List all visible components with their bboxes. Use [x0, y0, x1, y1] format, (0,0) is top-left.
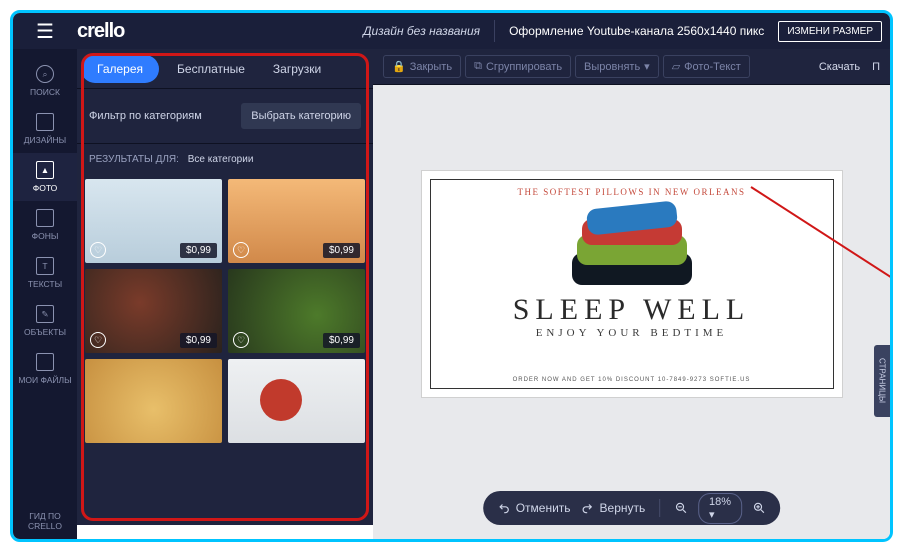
nav-label: ТЕКСТЫ — [28, 279, 62, 289]
photo-thumb[interactable] — [85, 359, 222, 443]
category-select[interactable]: Выбрать категорию — [241, 103, 361, 129]
app-frame: ☰ crello Дизайн без названия Оформление … — [10, 10, 893, 542]
text-icon: T — [36, 257, 54, 275]
undo-button[interactable]: Отменить — [497, 501, 571, 515]
search-icon: ⌕ — [36, 65, 54, 83]
align-label: Выровнять — [584, 61, 640, 73]
top-bar: ☰ crello Дизайн без названия Оформление … — [13, 13, 890, 49]
nav-label: ОБЪЕКТЫ — [24, 327, 66, 337]
nav-label: ДИЗАЙНЫ — [24, 135, 66, 145]
nav-label: ГИД ПО CRELLO — [15, 511, 75, 531]
resize-button[interactable]: ИЗМЕНИ РАЗМЕР — [778, 21, 882, 42]
nav-backgrounds[interactable]: ФОНЫ — [13, 201, 77, 249]
zoom-in-button[interactable] — [752, 501, 766, 515]
logo: crello — [77, 20, 124, 43]
more-label[interactable]: П — [872, 61, 880, 73]
price-badge: $0,99 — [180, 333, 217, 348]
artboard-subheading: ENJOY YOUR BEDTIME — [422, 327, 842, 339]
artboard-heading: SLEEP WELL — [422, 293, 842, 327]
photo-thumb[interactable]: ♡ $0,99 — [228, 269, 365, 353]
zoom-bar: Отменить Вернуть 18% ▾ — [483, 491, 781, 525]
photo-thumb[interactable] — [228, 359, 365, 443]
nav-guide[interactable]: ГИД ПО CRELLO — [13, 503, 77, 539]
menu-icon: ☰ — [36, 19, 54, 44]
heart-icon[interactable]: ♡ — [233, 332, 249, 348]
nav-photo[interactable]: ▲ ФОТО — [13, 153, 77, 201]
zoom-in-icon — [752, 501, 766, 515]
price-badge: $0,99 — [323, 243, 360, 258]
results-label: РЕЗУЛЬТАТЫ ДЛЯ: — [89, 154, 179, 165]
redo-icon — [581, 501, 595, 515]
close-button[interactable]: 🔒 Закрыть — [383, 55, 461, 78]
group-icon: ⧉ — [474, 60, 482, 73]
nav-label: ПОИСК — [30, 87, 60, 97]
zoom-level[interactable]: 18% ▾ — [698, 493, 742, 524]
filter-label: Фильтр по категориям — [89, 110, 202, 122]
artboard[interactable]: THE SOFTEST PILLOWS IN NEW ORLEANS SLEEP… — [422, 171, 842, 397]
artboard-tagline: THE SOFTEST PILLOWS IN NEW ORLEANS — [422, 187, 842, 197]
pages-tab[interactable]: СТРАНИЦЫ — [874, 345, 890, 417]
filter-row: Фильтр по категориям Выбрать категорию — [77, 89, 373, 144]
templates-icon — [36, 113, 54, 131]
hamburger-menu[interactable]: ☰ — [13, 19, 77, 44]
nav-label: ФОНЫ — [32, 231, 59, 241]
panel-tabs: Галерея Бесплатные Загрузки — [77, 49, 373, 89]
photo-grid: ♡ $0,99 ♡ $0,99 ♡ $0,99 ♡ $0,99 — [77, 175, 373, 447]
project-title[interactable]: Дизайн без названия — [363, 24, 480, 38]
photo-thumb[interactable]: ♡ $0,99 — [85, 269, 222, 353]
redo-label: Вернуть — [600, 501, 646, 515]
heart-icon[interactable]: ♡ — [90, 242, 106, 258]
undo-icon — [497, 501, 511, 515]
group-label: Сгруппировать — [486, 61, 562, 73]
redo-button[interactable]: Вернуть — [581, 501, 646, 515]
image-icon: ▱ — [672, 60, 680, 73]
photo-thumb[interactable]: ♡ $0,99 — [85, 179, 222, 263]
tab-free[interactable]: Бесплатные — [163, 49, 259, 88]
nav-texts[interactable]: T ТЕКСТЫ — [13, 249, 77, 297]
nav-label: ФОТО — [33, 183, 58, 193]
zoom-out-icon — [674, 501, 688, 515]
download-button[interactable]: Скачать — [819, 61, 860, 73]
divider — [494, 20, 495, 42]
context-toolbar: 🔒 Закрыть ⧉ Сгруппировать Выровнять ▾ ▱ … — [373, 49, 890, 85]
price-badge: $0,99 — [180, 243, 217, 258]
canvas-format: Оформление Youtube-канала 2560x1440 пикс — [509, 24, 764, 38]
results-row: РЕЗУЛЬТАТЫ ДЛЯ: Все категории — [77, 144, 373, 175]
nav-myfiles[interactable]: МОИ ФАЙЛЫ — [13, 345, 77, 393]
lock-icon: 🔒 — [392, 60, 406, 73]
photo-panel: Галерея Бесплатные Загрузки Фильтр по ка… — [77, 49, 373, 525]
artboard-footer: ORDER NOW AND GET 10% DISCOUNT 10-7849-9… — [422, 377, 842, 383]
zoom-out-button[interactable] — [674, 501, 688, 515]
folder-icon — [36, 353, 54, 371]
results-value: Все категории — [188, 154, 254, 165]
tab-uploads[interactable]: Загрузки — [259, 49, 335, 88]
side-panel-wrap: Галерея Бесплатные Загрузки Фильтр по ка… — [77, 49, 373, 525]
photo-thumb[interactable]: ♡ $0,99 — [228, 179, 365, 263]
nav-designs[interactable]: ДИЗАЙНЫ — [13, 105, 77, 153]
photo-icon: ▲ — [36, 161, 54, 179]
align-button[interactable]: Выровнять ▾ — [575, 55, 659, 78]
backgrounds-icon — [36, 209, 54, 227]
price-badge: $0,99 — [323, 333, 360, 348]
left-nav: ⌕ ПОИСК ДИЗАЙНЫ ▲ ФОТО ФОНЫ T ТЕКСТЫ ✎ ОБЪЕК… — [13, 49, 77, 539]
zoom-value: 18% — [709, 496, 731, 508]
group-button[interactable]: ⧉ Сгруппировать — [465, 55, 571, 78]
separator — [659, 499, 660, 517]
chevron-down-icon: ▾ — [644, 60, 650, 73]
heart-icon[interactable]: ♡ — [233, 242, 249, 258]
close-label: Закрыть — [410, 61, 452, 73]
undo-label: Отменить — [516, 501, 571, 515]
nav-label: МОИ ФАЙЛЫ — [18, 375, 71, 385]
phototext-label: Фото-Текст — [684, 61, 741, 73]
objects-icon: ✎ — [36, 305, 54, 323]
heart-icon[interactable]: ♡ — [90, 332, 106, 348]
nav-search[interactable]: ⌕ ПОИСК — [13, 57, 77, 105]
canvas-area[interactable]: THE SOFTEST PILLOWS IN NEW ORLEANS SLEEP… — [373, 85, 890, 539]
nav-objects[interactable]: ✎ ОБЪЕКТЫ — [13, 297, 77, 345]
pillow-image — [567, 205, 697, 285]
tab-gallery[interactable]: Галерея — [81, 55, 159, 83]
phototext-button[interactable]: ▱ Фото-Текст — [663, 55, 750, 78]
